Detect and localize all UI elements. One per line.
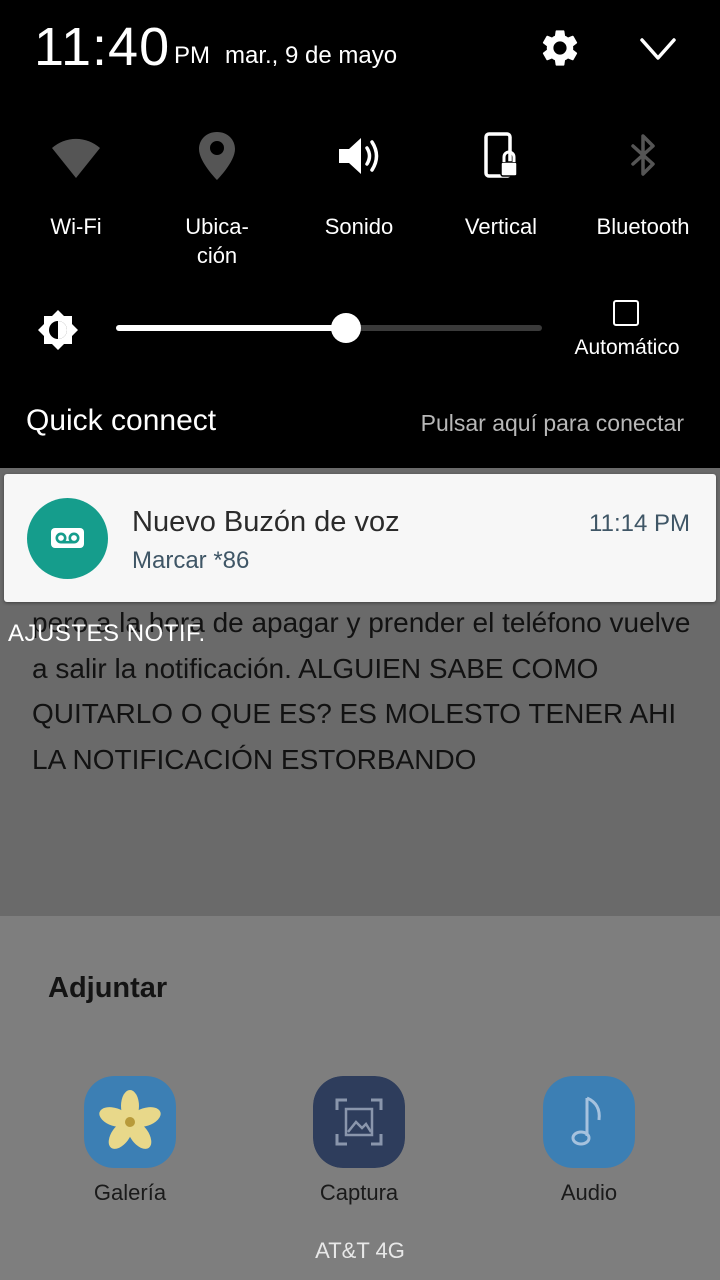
brightness-icon <box>38 310 78 350</box>
notification-time: 11:14 PM <box>589 510 690 537</box>
audio-icon <box>543 1076 635 1168</box>
notification-title: Nuevo Buzón de voz <box>132 506 400 538</box>
notification-shade: 11:40 PM mar., 9 de mayo Wi-Fi Ubica- ci… <box>0 0 720 468</box>
notification-subtitle: Marcar *86 <box>132 547 250 574</box>
auto-brightness-label: Automático <box>574 336 680 359</box>
location-icon <box>199 132 235 180</box>
app-gallery[interactable]: Galería <box>70 1076 190 1206</box>
quick-connect-hint[interactable]: Pulsar aquí para conectar <box>421 410 684 437</box>
auto-brightness-checkbox[interactable] <box>613 300 639 326</box>
app-label: Audio <box>560 1180 618 1205</box>
volume-icon <box>339 138 379 174</box>
tile-wifi[interactable]: Wi-Fi <box>6 126 146 241</box>
rotation-lock-icon <box>484 132 518 178</box>
wifi-icon <box>52 138 100 178</box>
voicemail-notification[interactable]: Nuevo Buzón de voz Marcar *86 11:14 PM <box>4 474 716 602</box>
app-capture[interactable]: Captura <box>299 1076 419 1206</box>
tile-bluetooth[interactable]: Bluetooth <box>573 126 713 241</box>
tile-location[interactable]: Ubica- ción <box>147 126 287 270</box>
voicemail-app-icon <box>27 498 108 579</box>
gear-icon[interactable] <box>538 26 582 70</box>
brightness-thumb[interactable] <box>331 313 362 343</box>
tile-label: Bluetooth <box>596 214 690 239</box>
gallery-icon <box>84 1076 176 1168</box>
capture-icon <box>313 1076 405 1168</box>
clock-ampm: PM <box>174 42 210 69</box>
tile-label: Wi-Fi <box>50 214 102 239</box>
clock: 11:40 <box>34 17 171 77</box>
brightness-slider[interactable] <box>116 325 542 331</box>
notification-settings-button[interactable]: AJUSTES NOTIF. <box>8 620 206 648</box>
tile-sound[interactable]: Sonido <box>289 126 429 241</box>
date: mar., 9 de mayo <box>225 42 398 69</box>
attach-title: Adjuntar <box>48 972 168 1004</box>
tile-label: Ubica- ción <box>185 214 249 268</box>
tile-rotation[interactable]: Vertical <box>431 126 571 241</box>
app-label: Captura <box>319 1180 399 1205</box>
voicemail-icon <box>51 528 84 548</box>
tile-label: Vertical <box>464 214 538 239</box>
chevron-down-icon[interactable] <box>636 30 680 70</box>
app-label: Galería <box>93 1180 167 1205</box>
attach-panel: Adjuntar Galería Captura Audio AT&T 4G <box>0 916 720 1280</box>
tile-label: Sonido <box>324 214 394 239</box>
bluetooth-icon <box>631 134 655 176</box>
carrier-label: AT&T 4G <box>315 1238 405 1263</box>
brightness-fill <box>116 325 347 331</box>
app-audio[interactable]: Audio <box>529 1076 649 1206</box>
quick-connect-title[interactable]: Quick connect <box>26 404 216 438</box>
